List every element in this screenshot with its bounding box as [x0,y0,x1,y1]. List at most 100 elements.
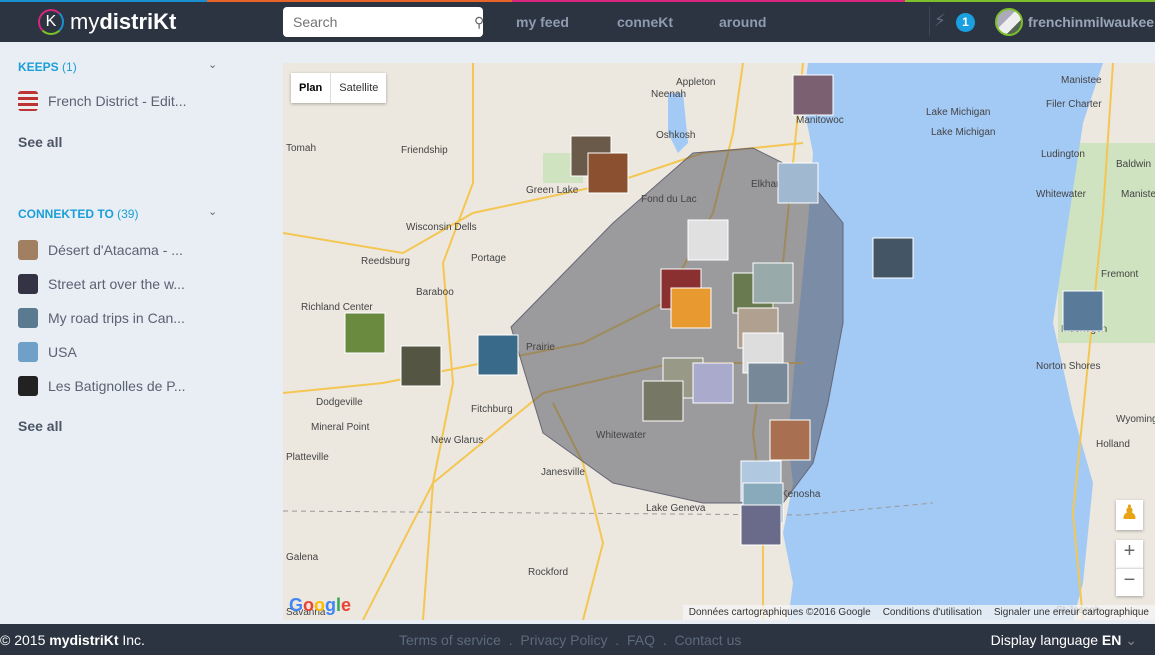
photo-marker[interactable] [778,163,818,203]
connekted-item[interactable]: My road trips in Can... [18,308,218,328]
divider [929,6,930,36]
photo-marker[interactable] [873,238,913,278]
color-stripe [0,0,1155,2]
faq-link[interactable]: FAQ [627,632,655,648]
connekted-item[interactable]: USA [18,342,218,362]
city-label: New Glarus [431,435,483,446]
city-label: Baraboo [416,287,454,298]
photo-marker[interactable] [693,363,733,403]
city-label: Oshkosh [656,130,695,141]
keeps-see-all-link[interactable]: See all [18,134,62,150]
city-label: Portage [471,253,506,264]
logo[interactable]: KmydistriKt [38,9,176,35]
city-label: Kenosha [781,489,821,500]
item-thumbnail [18,342,38,362]
city-label: Lake Michigan [931,127,995,138]
nav-connekt[interactable]: conneKt [617,14,673,30]
photo-marker[interactable] [401,346,441,386]
city-label: Manitowoc [796,115,844,126]
city-label: Richland Center [301,302,373,313]
photo-marker[interactable] [1063,291,1103,331]
item-label: French District - Edit... [48,93,186,109]
city-label: Tomah [286,143,316,154]
city-label: Neenah [651,89,686,100]
terms-of-service-link[interactable]: Terms of service [399,632,501,648]
city-label: Fitchburg [471,404,513,415]
city-label: Manistee [1061,75,1102,86]
connekted-heading: CONNEKTED TO (39) [18,207,138,221]
language-selector[interactable]: Display language EN ⌄ [991,632,1137,649]
logo-text-bold: distriKt [99,9,176,35]
photo-marker[interactable] [671,288,711,328]
city-label: Friendship [401,145,448,156]
city-label: Janesville [541,467,585,478]
city-label: Galena [286,552,319,563]
search-icon[interactable]: ⚲ [474,14,484,31]
photo-marker[interactable] [588,153,628,193]
nav-my-feed[interactable]: my feed [516,14,569,30]
photo-marker[interactable] [770,420,810,460]
search-box[interactable]: ⚲ [283,7,483,37]
city-label: Fremont [1101,269,1138,280]
city-label: Reedsburg [361,256,410,267]
item-thumbnail [18,274,38,294]
city-label: Rockford [528,567,568,578]
item-thumbnail [18,240,38,260]
item-label: Les Batignolles de P... [48,378,186,394]
contact-us-link[interactable]: Contact us [674,632,741,648]
item-label: Désert d'Atacama - ... [48,242,183,258]
keeps-heading: KEEPS (1) [18,60,77,74]
city-label: Lake Michigan [926,107,990,118]
top-bar: KmydistriKt ⚲ my feed conneKt around ⚡︎ … [0,0,1155,42]
photo-marker[interactable] [643,381,683,421]
connekted-item[interactable]: Désert d'Atacama - ... [18,240,218,260]
photo-marker[interactable] [345,313,385,353]
privacy-policy-link[interactable]: Privacy Policy [520,632,607,648]
city-label: Ludington [1041,149,1085,160]
lightning-icon[interactable]: ⚡︎ [934,11,946,31]
city-label: Holland [1096,439,1130,450]
username[interactable]: frenchinmilwaukee [1028,14,1154,30]
terms-link[interactable]: Conditions d'utilisation [883,607,982,618]
city-label: Dodgeville [316,397,363,408]
chevron-down-icon: ⌄ [1125,632,1137,648]
photo-marker[interactable] [741,505,781,545]
map-type-control: PlanSatellite [291,73,386,103]
google-logo[interactable]: Google [289,595,351,616]
map[interactable]: AppletonNeenahOshkoshManitowocGreen Lake… [283,63,1155,620]
footer: © 2015 mydistriKt Inc. Terms of service … [0,624,1155,655]
photo-marker[interactable] [478,335,518,375]
map-type-plan[interactable]: Plan [291,73,330,103]
zoom-out-button[interactable]: − [1116,568,1143,596]
report-error-link[interactable]: Signaler une erreur cartographique [994,607,1149,618]
item-label: My road trips in Can... [48,310,185,326]
photo-marker[interactable] [753,263,793,303]
city-label: Wisconsin Dells [406,222,477,233]
attribution-text: Données cartographiques ©2016 Google [689,607,871,618]
city-label: Whitewater [596,430,647,441]
zoom-in-button[interactable]: + [1116,540,1143,568]
city-label: Baldwin [1116,159,1151,170]
logo-icon: K [38,9,64,35]
city-label: Manistee National Forest [1121,189,1155,200]
search-input[interactable] [293,14,474,30]
map-type-satellite[interactable]: Satellite [330,73,386,103]
connekted-item[interactable]: Les Batignolles de P... [18,376,218,396]
connekted-item[interactable]: Street art over the w... [18,274,218,294]
street-view-pegman-icon[interactable]: ♟ [1116,500,1143,530]
chevron-down-icon[interactable]: ⌄ [208,205,217,218]
city-label: Filer Charter [1046,99,1102,110]
keep-item[interactable]: French District - Edit... [18,91,218,111]
notification-badge[interactable]: 1 [956,13,975,32]
city-label: Lake Geneva [646,503,706,514]
photo-marker[interactable] [793,75,833,115]
city-label: Whitewater [1036,189,1087,200]
copyright: © 2015 mydistriKt Inc. [0,632,145,648]
map-canvas[interactable]: AppletonNeenahOshkoshManitowocGreen Lake… [283,63,1155,620]
chevron-down-icon[interactable]: ⌄ [208,58,217,71]
connekted-see-all-link[interactable]: See all [18,418,62,434]
nav-around[interactable]: around [719,14,766,30]
photo-marker[interactable] [688,220,728,260]
photo-marker[interactable] [748,363,788,403]
avatar[interactable] [995,8,1023,36]
